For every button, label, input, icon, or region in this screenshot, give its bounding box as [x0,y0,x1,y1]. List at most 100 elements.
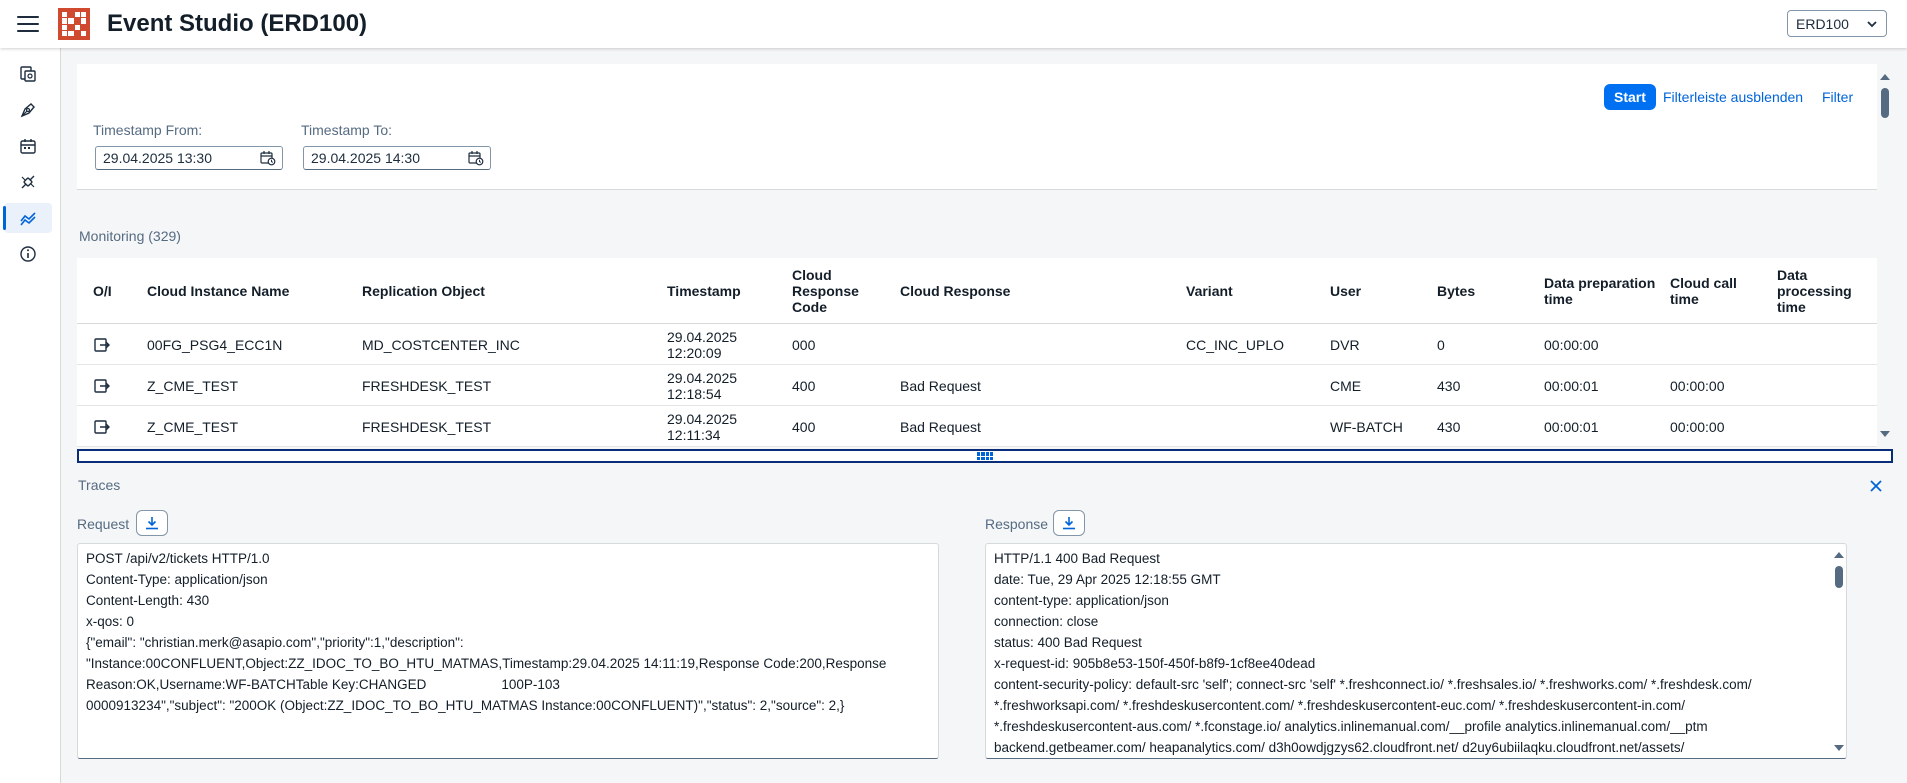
timestamp-cell: 29.04.2025 12:20:09 [667,324,737,365]
nav-item-documents[interactable] [4,59,52,89]
user-cell: DVR [1330,336,1360,353]
request-line: Content-Length: 430 [86,593,210,608]
scroll-down-arrow[interactable] [1880,431,1890,437]
object-cell: FRESHDESK_TEST [362,377,492,394]
user-cell: CME [1330,377,1362,394]
request-textarea[interactable]: POST /api/v2/tickets HTTP/1.0 Content-Ty… [77,543,939,759]
calendar-clock-icon[interactable] [260,150,276,166]
column-header-object[interactable]: Replication Object [362,258,485,324]
response-scroll-down-arrow[interactable] [1834,745,1844,751]
nav-item-info[interactable] [4,239,52,269]
nav-item-design[interactable] [4,95,52,125]
instance-cell: Z_CME_TEST [147,377,239,394]
app-title: Event Studio (ERD100) [107,10,368,37]
outbound-icon [94,337,110,352]
filter-bar: Start Filterleiste ausblenden Filter Tim… [77,64,1877,190]
timestamp-date: 29.04.2025 [667,328,738,345]
traces-title: Traces [78,477,121,493]
prep-cell: 00:00:00 [1544,336,1599,353]
column-header-timestamp[interactable]: Timestamp [667,258,741,324]
timestamp-time: 12:20:09 [667,344,722,361]
response-scrollbar-thumb[interactable] [1835,566,1843,588]
timestamp-time: 12:18:54 [667,385,722,402]
shell-header: Event Studio (ERD100) ERD100 [0,0,1907,48]
oi-cell [93,324,111,365]
timestamp-time: 12:11:34 [667,426,721,443]
drag-grip-icon[interactable] [977,452,993,460]
close-icon[interactable] [1868,478,1884,494]
download-request-button[interactable] [136,510,168,536]
response-line: date: Tue, 29 Apr 2025 12:18:55 GMT [994,572,1221,587]
object-cell: MD_COSTCENTER_INC [362,336,520,353]
timestamp-date: 29.04.2025 [667,369,738,386]
chevron-down-icon [1867,20,1877,27]
scroll-up-arrow[interactable] [1880,74,1890,80]
page-scrollbar-thumb[interactable] [1881,88,1889,118]
table-row[interactable]: 00FG_PSG4_ECC1N MD_COSTCENTER_INC 29.04.… [77,324,1877,365]
response-scroll-up-arrow[interactable] [1834,552,1844,558]
column-header-bytes[interactable]: Bytes [1437,258,1475,324]
download-icon [146,517,158,530]
download-response-button[interactable] [1053,510,1085,536]
outbound-icon [94,378,110,393]
column-header-response[interactable]: Cloud Response [900,258,1010,324]
column-header-user[interactable]: User [1330,258,1361,324]
calendar-clock-icon[interactable] [468,150,484,166]
column-header-proc[interactable]: Data processing time [1777,258,1857,324]
filter-link[interactable]: Filter [1822,89,1853,105]
request-line: {"email": "christian.merk@asapio.com","p… [86,635,464,650]
request-line: POST /api/v2/tickets HTTP/1.0 [86,551,270,566]
user-cell: WF-BATCH [1330,418,1403,435]
table-row[interactable]: Z_CME_TEST FRESHDESK_TEST 29.04.2025 12:… [77,365,1877,406]
nav-item-monitoring[interactable] [3,203,52,233]
code-cell: 400 [792,418,816,435]
outbound-icon [94,419,110,434]
monitoring-title: Monitoring (329) [79,228,181,244]
line-chart-icon [20,212,36,226]
call-cell: 00:00:00 [1670,418,1725,435]
splitter-bar[interactable] [77,449,1893,463]
bytes-cell: 0 [1437,336,1445,353]
response-textarea[interactable]: HTTP/1.1 400 Bad Request date: Tue, 29 A… [985,543,1847,759]
prep-cell: 00:00:01 [1544,377,1599,394]
timestamp-cell: 29.04.2025 12:18:54 [667,365,737,406]
response-line: backend.getbeamer.com/ heapanalytics.com… [994,740,1685,755]
code-cell: 000 [792,336,816,353]
system-select-value: ERD100 [1796,15,1849,32]
oi-cell [93,406,111,447]
bytes-cell: 430 [1437,377,1461,394]
bytes-cell: 430 [1437,418,1461,435]
column-header-call[interactable]: Cloud call time [1670,258,1750,324]
timestamp-to-value: 29.04.2025 14:30 [311,150,420,166]
start-button[interactable]: Start [1604,84,1656,110]
instance-cell: 00FG_PSG4_ECC1N [147,336,283,353]
hide-filterbar-link[interactable]: Filterleiste ausblenden [1663,89,1803,105]
response-label: Response [985,516,1049,532]
nav-item-connections[interactable] [4,167,52,197]
timestamp-date: 29.04.2025 [667,410,738,427]
pen-nib-icon [20,103,35,118]
response-line: connection: close [994,614,1099,629]
column-header-oi[interactable]: O/I [93,258,112,324]
column-header-variant[interactable]: Variant [1186,258,1233,324]
response-line: content-security-policy: default-src 'se… [994,677,1752,692]
timestamp-cell: 29.04.2025 12:11:34 [667,406,737,447]
response-cell: Bad Request [900,418,981,435]
system-select[interactable]: ERD100 [1787,10,1887,37]
timestamp-from-input[interactable]: 29.04.2025 13:30 [95,146,283,170]
column-header-prep[interactable]: Data preparation time [1544,258,1664,324]
code-cell: 400 [792,377,816,394]
timestamp-to-input[interactable]: 29.04.2025 14:30 [303,146,491,170]
request-line: Reason:OK,Username:WF-BATCHTable Key:CHA… [86,677,560,692]
nav-item-schedule[interactable] [4,131,52,161]
table-row[interactable]: Z_CME_TEST FRESHDESK_TEST 29.04.2025 12:… [77,406,1877,447]
request-line: 0000913234","subject": "200OK (Object:ZZ… [86,698,845,713]
column-header-code[interactable]: Cloud Response Code [792,258,872,324]
instance-cell: Z_CME_TEST [147,418,239,435]
menu-icon[interactable] [17,16,39,32]
request-line: Content-Type: application/json [86,572,268,587]
app-logo [58,8,90,40]
connector-icon [21,175,35,189]
column-header-instance[interactable]: Cloud Instance Name [147,258,289,324]
prep-cell: 00:00:01 [1544,418,1599,435]
